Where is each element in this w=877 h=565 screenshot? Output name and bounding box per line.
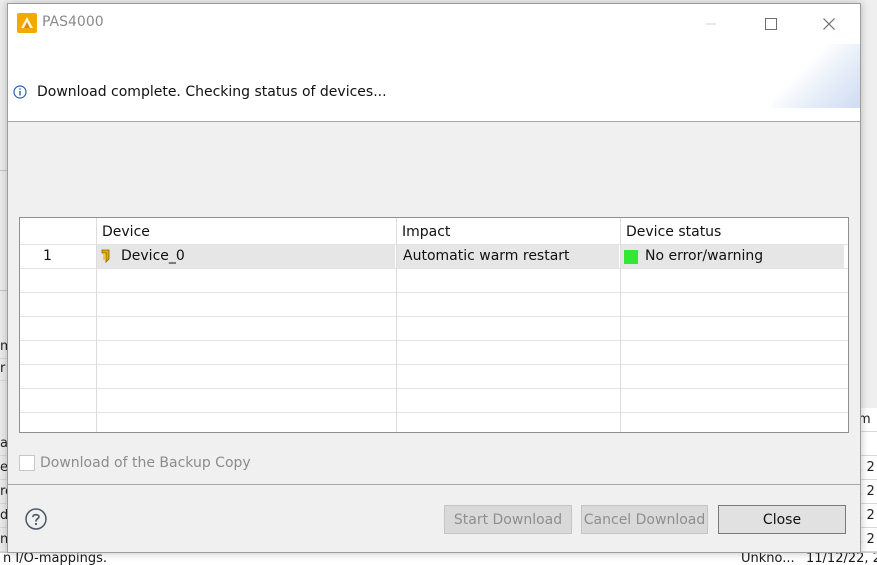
dialog-titlebar[interactable]: PAS4000 [8,4,860,44]
device-table: Device Impact Device status 1 Device_0 A… [19,217,849,433]
start-download-button[interactable]: Start Download [444,505,572,534]
column-header-index[interactable] [20,218,96,244]
header-separator [8,121,860,122]
backup-copy-label: Download of the Backup Copy [40,455,251,471]
close-icon [823,18,835,30]
background-bottom-text: n I/O-mappings. [3,552,108,565]
column-header-device[interactable]: Device [96,218,396,244]
background-bottom-date: 11/12/22, 2 [806,552,877,565]
column-header-device-status[interactable]: Device status [620,218,848,244]
device-icon [101,249,110,263]
row-index: 1 [37,245,95,268]
help-icon[interactable] [25,508,47,530]
footer-separator [8,484,860,485]
minimize-button[interactable] [688,4,734,44]
row-divider [20,388,848,389]
impact-cell: Automatic warm restart [397,245,619,268]
table-header-row: Device Impact Device status [20,218,848,244]
close-button[interactable]: Close [718,505,846,534]
backup-copy-checkbox[interactable] [19,455,35,471]
device-cell: Device_0 [97,245,395,268]
dialog-title: PAS4000 [42,14,104,30]
background-bottom-status: Unkno... [741,552,795,565]
pas4000-app-icon [17,13,37,33]
status-indicator [624,250,638,264]
row-divider [20,340,848,341]
row-divider [20,316,848,317]
row-divider [20,268,848,269]
column-header-impact[interactable]: Impact [396,218,620,244]
info-icon [13,85,27,99]
device-status-cell: No error/warning [621,245,844,268]
table-row[interactable]: 1 Device_0 Automatic warm restart No err… [20,245,848,268]
header-banner-graphic [770,44,860,108]
dialog-header: Download complete. Checking status of de… [8,44,860,121]
close-window-button[interactable] [806,4,852,44]
cancel-download-button[interactable]: Cancel Download [581,505,708,534]
minimize-icon [706,23,716,25]
row-divider [20,292,848,293]
background-bottom-row: n I/O-mappings. Unkno... 11/12/22, 2 [0,552,877,565]
device-name: Device_0 [121,248,185,264]
row-divider [20,364,848,365]
download-dialog: PAS4000 Download complete. Checking stat… [7,3,861,553]
status-message: Download complete. Checking status of de… [37,84,387,100]
row-divider [20,412,848,413]
device-status-text: No error/warning [645,248,764,264]
maximize-icon [765,18,777,30]
maximize-button[interactable] [748,4,794,44]
